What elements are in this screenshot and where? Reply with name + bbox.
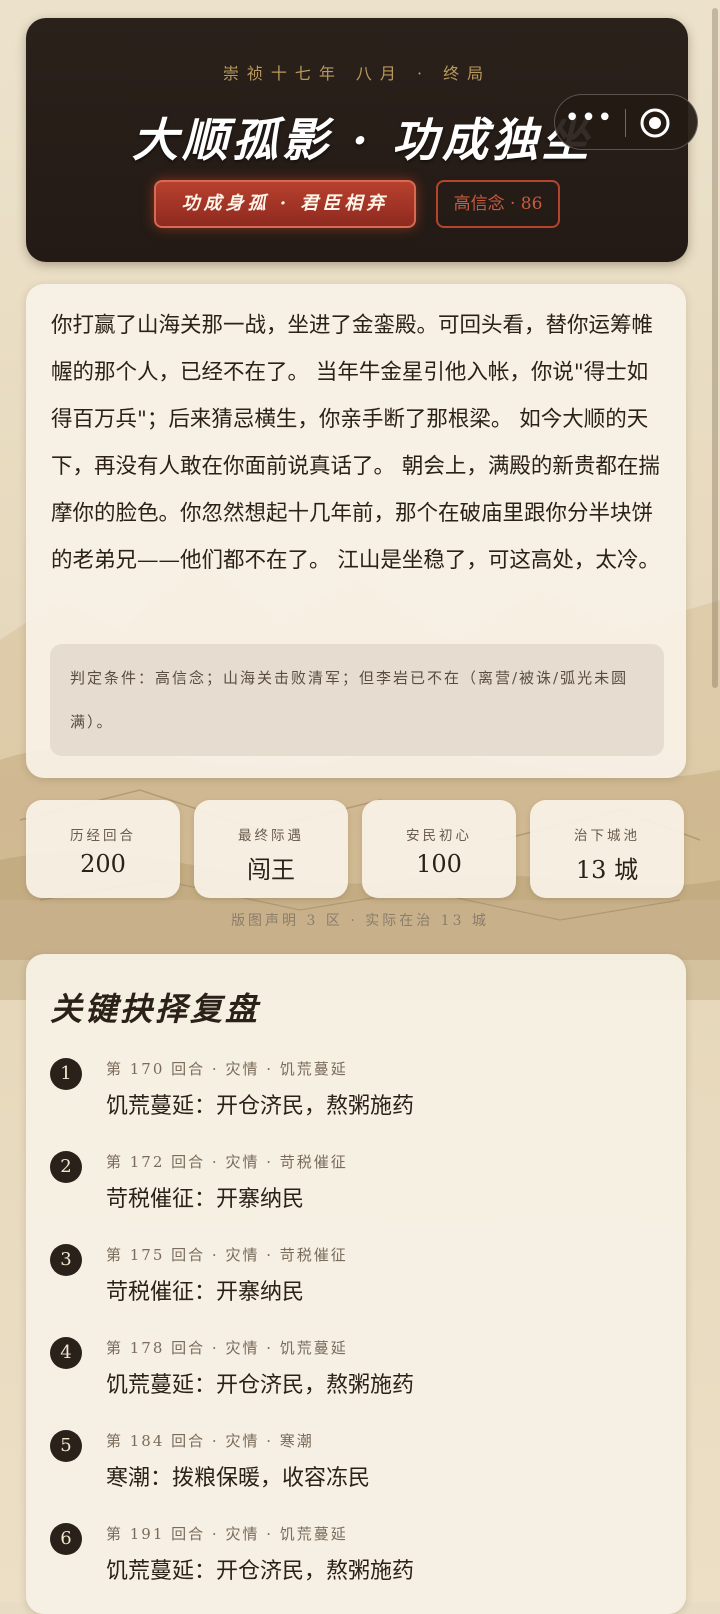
item-number: 2 xyxy=(50,1151,82,1183)
ending-date: 崇祯十七年 八月 · 终局 xyxy=(222,64,492,83)
stat-label: 历经回合 xyxy=(70,828,136,844)
list-item: 3 第 175 回合 · 灾情 · 苛税催征 苛税催征：开寨纳民 xyxy=(50,1240,650,1320)
territory-note: 版图声明 3 区 · 实际在治 13 城 xyxy=(231,913,489,929)
ending-type-badge: 功成身孤 · 君臣相弃 xyxy=(154,180,416,228)
item-meta: 第 191 回合 · 灾情 · 饥荒蔓延 xyxy=(106,1525,348,1543)
capsule-divider xyxy=(625,109,626,137)
condition-box: 判定条件：高信念；山海关击败清军；但李岩已不在（离营/被诛/弧光未圆满）。 xyxy=(50,644,664,756)
stat-label: 治下城池 xyxy=(574,828,640,844)
trust-badge: 高信念 · 86 xyxy=(436,180,560,228)
list-item: 4 第 178 回合 · 灾情 · 饥荒蔓延 饥荒蔓延：开仓济民，熬粥施药 xyxy=(50,1333,650,1413)
item-number: 4 xyxy=(50,1337,82,1369)
stat-value: 100 xyxy=(416,850,462,878)
stat-value: 200 xyxy=(80,850,126,878)
miniprogram-capsule: ••• xyxy=(554,94,698,150)
item-meta: 第 170 回合 · 灾情 · 饥荒蔓延 xyxy=(106,1060,348,1078)
item-choice: 饥荒蔓延：开仓济民，熬粥施药 xyxy=(106,1094,415,1119)
stat-fate: 最终际遇 闯王 xyxy=(194,800,348,898)
item-meta: 第 184 回合 · 灾情 · 寒潮 xyxy=(106,1432,314,1450)
item-number: 1 xyxy=(50,1058,82,1090)
item-choice: 饥荒蔓延：开仓济民，熬粥施药 xyxy=(106,1373,415,1398)
stat-people: 安民初心 100 xyxy=(362,800,516,898)
item-meta: 第 175 回合 · 灾情 · 苛税催征 xyxy=(106,1246,348,1264)
stat-rounds: 历经回合 200 xyxy=(26,800,180,898)
stat-label: 安民初心 xyxy=(406,828,472,844)
close-target-icon[interactable] xyxy=(639,107,671,139)
item-meta: 第 172 回合 · 灾情 · 苛税催征 xyxy=(106,1153,348,1171)
list-item: 6 第 191 回合 · 灾情 · 饥荒蔓延 饥荒蔓延：开仓济民，熬粥施药 xyxy=(50,1519,650,1599)
item-choice: 饥荒蔓延：开仓济民，熬粥施药 xyxy=(106,1559,415,1584)
item-choice: 苛税催征：开寨纳民 xyxy=(106,1187,305,1212)
item-number: 5 xyxy=(50,1430,82,1462)
story-card: 你打赢了山海关那一战，坐进了金銮殿。可回头看，替你运筹帷幄的那个人，已经不在了。… xyxy=(26,284,686,778)
item-number: 6 xyxy=(50,1523,82,1555)
stat-value: 13 城 xyxy=(575,856,639,884)
item-meta: 第 178 回合 · 灾情 · 饥荒蔓延 xyxy=(106,1339,348,1357)
item-number: 3 xyxy=(50,1244,82,1276)
stat-cities: 治下城池 13 城 xyxy=(530,800,684,898)
choice-review-card: 关键抉择复盘 1 第 170 回合 · 灾情 · 饥荒蔓延 饥荒蔓延：开仓济民，… xyxy=(26,954,686,1614)
more-icon[interactable]: ••• xyxy=(555,95,623,149)
item-choice: 寒潮：拨粮保暖，收容冻民 xyxy=(106,1466,371,1491)
item-choice: 苛税催征：开寨纳民 xyxy=(106,1280,305,1305)
stat-label: 最终际遇 xyxy=(238,828,304,844)
story-text: 你打赢了山海关那一战，坐进了金銮殿。可回头看，替你运筹帷幄的那个人，已经不在了。… xyxy=(51,313,660,573)
list-item: 2 第 172 回合 · 灾情 · 苛税催征 苛税催征：开寨纳民 xyxy=(50,1147,650,1227)
list-item: 5 第 184 回合 · 灾情 · 寒潮 寒潮：拨粮保暖，收容冻民 xyxy=(50,1426,650,1506)
list-item: 1 第 170 回合 · 灾情 · 饥荒蔓延 饥荒蔓延：开仓济民，熬粥施药 xyxy=(50,1054,650,1134)
review-title: 关键抉择复盘 xyxy=(50,990,261,1028)
stat-value: 闯王 xyxy=(247,856,295,884)
scrollbar[interactable] xyxy=(712,8,718,688)
